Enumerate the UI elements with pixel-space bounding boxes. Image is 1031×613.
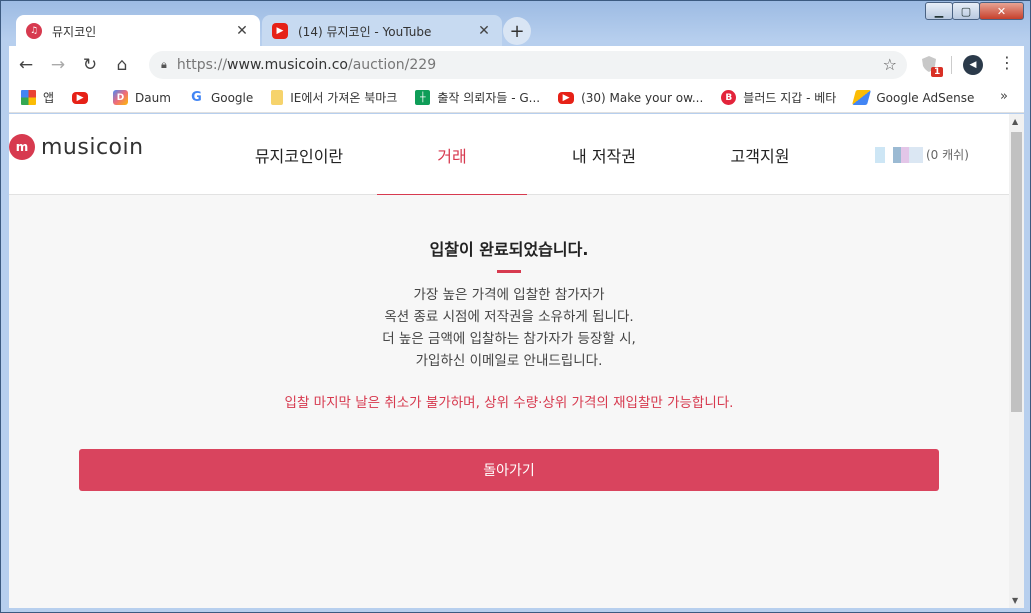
- youtube-icon: ▶: [72, 91, 89, 104]
- url-scheme: https://: [176, 57, 228, 73]
- scroll-down-icon[interactable]: ▼: [1012, 596, 1018, 605]
- browser-window: ▁ ▢ ✕ ♫ 뮤지코인 ✕ ▶ (14) 뮤지코인 - YouTube ✕ +…: [0, 0, 1031, 613]
- nav-trade[interactable]: 거래: [377, 114, 527, 196]
- close-tab-icon[interactable]: ✕: [476, 23, 492, 39]
- forward-arrow-icon[interactable]: →: [43, 50, 73, 80]
- bookmark-label: 블러드 지갑 - 베타: [743, 91, 837, 105]
- description: 가장 높은 가격에 입찰한 참가자가 옥션 종료 시점에 저작권을 소유하게 됩…: [9, 284, 1009, 372]
- back-arrow-icon[interactable]: ←: [11, 50, 41, 80]
- tab-youtube[interactable]: ▶ (14) 뮤지코인 - YouTube ✕: [262, 15, 502, 47]
- bookmark-label: 앱: [43, 91, 55, 105]
- bookmark-daum[interactable]: D Daum: [113, 90, 171, 105]
- bookmark-youtube[interactable]: ▶: [72, 91, 95, 104]
- site-header: m musicoin 뮤지코인이란 거래 내 저작권 고객지원 (0 캐쉬): [9, 114, 1009, 196]
- musicoin-favicon-icon: ♫: [26, 23, 42, 39]
- title-divider: [497, 270, 521, 273]
- adsense-icon: [852, 90, 872, 105]
- minimize-button[interactable]: ▁: [925, 2, 953, 20]
- bookmark-adsense[interactable]: Google AdSense: [852, 90, 975, 105]
- youtube-favicon-icon: ▶: [272, 23, 288, 39]
- bookmark-label: IE에서 가져온 북마크: [290, 91, 398, 105]
- bookmark-blood-wallet[interactable]: B 블러드 지갑 - 베타: [721, 89, 836, 106]
- user-menu[interactable]: (0 캐쉬): [875, 146, 969, 163]
- window-controls: ▁ ▢ ✕: [925, 2, 1024, 20]
- description-line: 가장 높은 가격에 입찰한 참가자가: [413, 287, 605, 303]
- more-menu-icon[interactable]: ⋮: [999, 53, 1015, 72]
- bid-complete-panel: 입찰이 완료되었습니다. 가장 높은 가격에 입찰한 참가자가 옥션 종료 시점…: [9, 195, 1009, 608]
- extension-badge: 1: [931, 67, 944, 77]
- page-title: 입찰이 완료되었습니다.: [429, 240, 589, 259]
- url-host: www.musicoin.co: [227, 57, 348, 73]
- apps-grid-icon: [21, 90, 36, 105]
- scrollbar-thumb[interactable]: [1011, 132, 1022, 412]
- nav-support[interactable]: 고객지원: [685, 114, 835, 195]
- toolbar-separator: [951, 56, 952, 74]
- close-window-button[interactable]: ✕: [979, 2, 1024, 20]
- description-line: 더 높은 금액에 입찰하는 참가자가 등장할 시,: [382, 331, 636, 347]
- reload-icon[interactable]: ↻: [75, 50, 105, 80]
- bookmark-label: (30) Make your ow...: [581, 90, 704, 105]
- logo-text: musicoin: [41, 134, 144, 160]
- url-path: /auction/229: [348, 57, 437, 73]
- address-bar[interactable]: 🔒︎ https://www.musicoin.co/auction/229 ☆: [149, 51, 907, 79]
- youtube-icon: ▶: [558, 91, 575, 104]
- bookmark-label: Daum: [135, 90, 171, 105]
- folder-icon: [271, 90, 284, 105]
- maximize-button[interactable]: ▢: [952, 2, 980, 20]
- new-tab-button[interactable]: +: [503, 17, 531, 45]
- lock-icon: 🔒︎: [161, 58, 167, 71]
- bookmark-label: Google: [210, 90, 254, 105]
- tab-title: (14) 뮤지코인 - YouTube: [298, 24, 432, 39]
- web-page: m musicoin 뮤지코인이란 거래 내 저작권 고객지원 (0 캐쉬) 입…: [9, 114, 1009, 608]
- bookmark-youtube-make[interactable]: ▶ (30) Make your ow...: [558, 91, 703, 105]
- bookmark-google[interactable]: G Google: [189, 90, 253, 105]
- description-line: 가입하신 이메일로 안내드립니다.: [415, 353, 603, 369]
- scroll-up-icon[interactable]: ▲: [1012, 117, 1018, 126]
- daum-icon: D: [113, 90, 129, 105]
- bookmark-label: 출작 의뢰자들 - G...: [437, 91, 541, 105]
- musicoin-logo-icon: m: [9, 134, 35, 160]
- description-line: 옥션 종료 시점에 저작권을 소유하게 됩니다.: [384, 309, 634, 325]
- back-button[interactable]: 돌아가기: [79, 449, 939, 491]
- bookmark-label: Google AdSense: [876, 90, 975, 105]
- bookmark-sheets[interactable]: ┼ 출작 의뢰자들 - G...: [415, 89, 540, 106]
- bookmarks-bar: 앱 ▶ D Daum G Google IE에서 가져온 북마크 ┼ 출작 의뢰…: [9, 83, 1024, 113]
- bookmark-apps[interactable]: 앱: [21, 89, 54, 106]
- site-logo[interactable]: m musicoin: [9, 134, 144, 160]
- close-tab-icon[interactable]: ✕: [234, 23, 250, 39]
- warning-notice: 입찰 마지막 날은 취소가 불가하며, 상위 수량·상위 가격의 재입찰만 가능…: [284, 395, 734, 411]
- nav-about[interactable]: 뮤지코인이란: [209, 114, 389, 195]
- nav-my-copyrights[interactable]: 내 저작권: [529, 114, 679, 195]
- tab-strip: ♫ 뮤지코인 ✕ ▶ (14) 뮤지코인 - YouTube ✕: [8, 11, 920, 47]
- browser-toolbar: ← → ↻ ⌂ 🔒︎ https://www.musicoin.co/aucti…: [9, 46, 1024, 83]
- page-scrollbar[interactable]: ▲ ▼: [1009, 114, 1024, 608]
- tab-title: 뮤지코인: [52, 24, 97, 39]
- bookmark-folder-ie[interactable]: IE에서 가져온 북마크: [271, 89, 397, 106]
- home-icon[interactable]: ⌂: [107, 50, 137, 80]
- sheets-icon: ┼: [415, 90, 431, 105]
- profile-avatar[interactable]: ◀: [963, 55, 983, 75]
- user-balance: (0 캐쉬): [926, 148, 969, 162]
- bookmark-star-icon[interactable]: ☆: [883, 55, 897, 74]
- bookmarks-overflow-icon[interactable]: »: [1000, 89, 1008, 104]
- bitcoin-icon: B: [721, 90, 737, 105]
- google-icon: G: [191, 90, 202, 105]
- user-avatar: [875, 146, 923, 163]
- tab-musicoin[interactable]: ♫ 뮤지코인 ✕: [16, 15, 260, 47]
